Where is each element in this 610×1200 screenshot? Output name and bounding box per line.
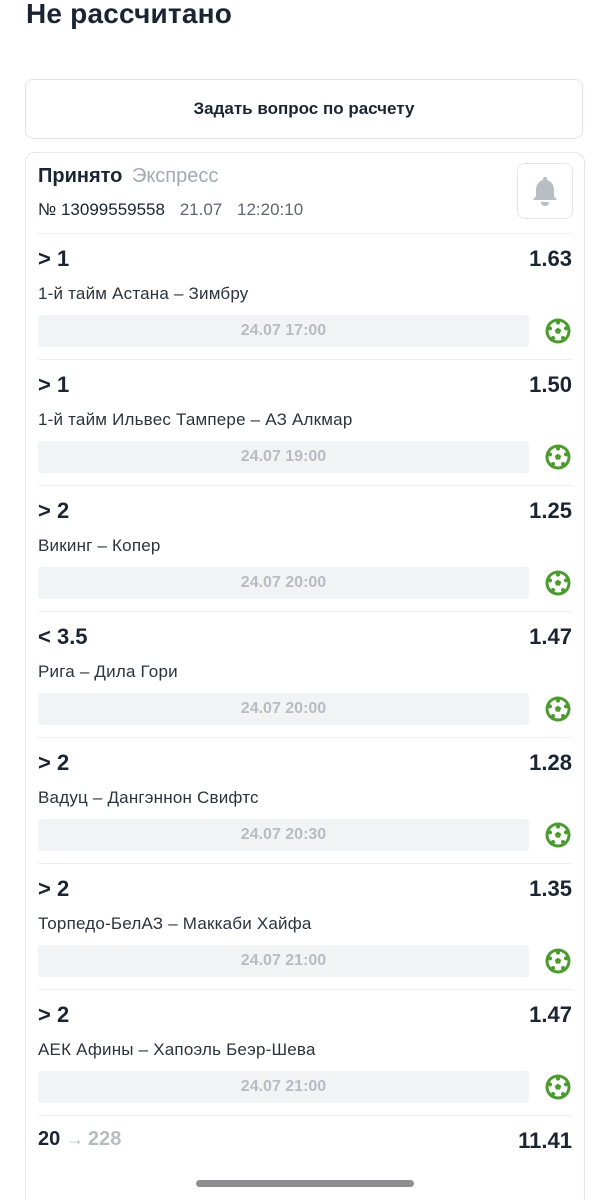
bet-time: 12:20:10	[236, 200, 304, 219]
event-outcome: > 2	[38, 750, 70, 775]
event-row[interactable]: > 2 1.47 АЕК Афины – Хапоэль Беэр-Шева 2…	[38, 989, 572, 1115]
event-outcome: > 2	[38, 1002, 70, 1027]
event-row[interactable]: > 2 1.28 Вадуц – Дангэннон Свифтс 24.07 …	[38, 737, 572, 863]
bet-type: Экспресс	[131, 165, 219, 187]
soccer-ball-icon	[545, 822, 571, 848]
event-match: Торпедо-БелАЗ – Маккаби Хайфа	[38, 914, 312, 933]
total-stake: 20	[38, 1128, 61, 1150]
event-row[interactable]: > 2 1.35 Торпедо-БелАЗ – Маккаби Хайфа 2…	[38, 863, 572, 989]
event-odds: 1.63	[529, 246, 572, 271]
soccer-ball-icon	[545, 948, 571, 974]
event-outcome: > 2	[38, 498, 70, 523]
bet-number: № 13099559558	[38, 200, 165, 219]
event-odds: 1.50	[529, 372, 572, 397]
event-datetime: 24.07 20:30	[38, 819, 529, 851]
event-match: АЕК Афины – Хапоэль Беэр-Шева	[38, 1040, 316, 1059]
potential-win: 228	[88, 1128, 122, 1150]
event-odds: 1.35	[529, 876, 572, 901]
event-match: 1-й тайм Ильвес Тампере – АЗ Алкмар	[38, 410, 353, 429]
bet-status-line: Принято Экспресс	[38, 165, 218, 188]
event-datetime: 24.07 20:00	[38, 693, 529, 725]
bet-date: 21.07	[179, 200, 223, 219]
soccer-ball-icon	[545, 444, 571, 470]
event-outcome: > 2	[38, 876, 70, 901]
event-odds: 1.25	[529, 498, 572, 523]
event-odds: 1.28	[529, 750, 572, 775]
bell-icon	[533, 177, 557, 206]
event-odds: 1.47	[529, 1002, 572, 1027]
soccer-ball-icon	[545, 318, 571, 344]
event-datetime: 24.07 19:00	[38, 441, 529, 473]
event-row[interactable]: > 1 1.63 1-й тайм Астана – Зимбру 24.07 …	[38, 233, 572, 359]
total-row: 20 → 228 11.41	[38, 1115, 572, 1176]
event-row[interactable]: > 2 1.25 Викинг – Копер 24.07 20:00	[38, 485, 572, 611]
events-list: > 1 1.63 1-й тайм Астана – Зимбру 24.07 …	[26, 233, 584, 1115]
event-row[interactable]: < 3.5 1.47 Рига – Дила Гори 24.07 20:00	[38, 611, 572, 737]
event-datetime: 24.07 21:00	[38, 945, 529, 977]
event-outcome: > 1	[38, 372, 70, 397]
page-title: Не рассчитано	[26, 0, 233, 29]
soccer-ball-icon	[545, 1074, 571, 1100]
arrow-right-icon: →	[66, 1129, 84, 1149]
bet-card: Принято Экспресс № 13099559558 21.07 12:…	[25, 152, 585, 1200]
event-outcome: > 1	[38, 246, 70, 271]
event-datetime: 24.07 21:00	[38, 1071, 529, 1103]
bet-header: Принято Экспресс № 13099559558 21.07 12:…	[26, 153, 584, 233]
bet-meta: № 13099559558 21.07 12:20:10	[38, 200, 303, 220]
total-odds: 11.41	[518, 1128, 572, 1153]
event-outcome: < 3.5	[38, 624, 88, 649]
soccer-ball-icon	[545, 570, 571, 596]
event-odds: 1.47	[529, 624, 572, 649]
event-datetime: 24.07 17:00	[38, 315, 529, 347]
bet-status: Принято	[38, 165, 123, 187]
event-match: 1-й тайм Астана – Зимбру	[38, 284, 249, 303]
home-indicator[interactable]	[196, 1180, 414, 1187]
event-datetime: 24.07 20:00	[38, 567, 529, 599]
event-match: Вадуц – Дангэннон Свифтс	[38, 788, 259, 807]
event-row[interactable]: > 1 1.50 1-й тайм Ильвес Тампере – АЗ Ал…	[38, 359, 572, 485]
soccer-ball-icon	[545, 696, 571, 722]
event-match: Викинг – Копер	[38, 536, 161, 555]
ask-question-button[interactable]: Задать вопрос по расчету	[25, 79, 583, 139]
event-match: Рига – Дила Гори	[38, 662, 178, 681]
notification-button[interactable]	[517, 163, 573, 219]
